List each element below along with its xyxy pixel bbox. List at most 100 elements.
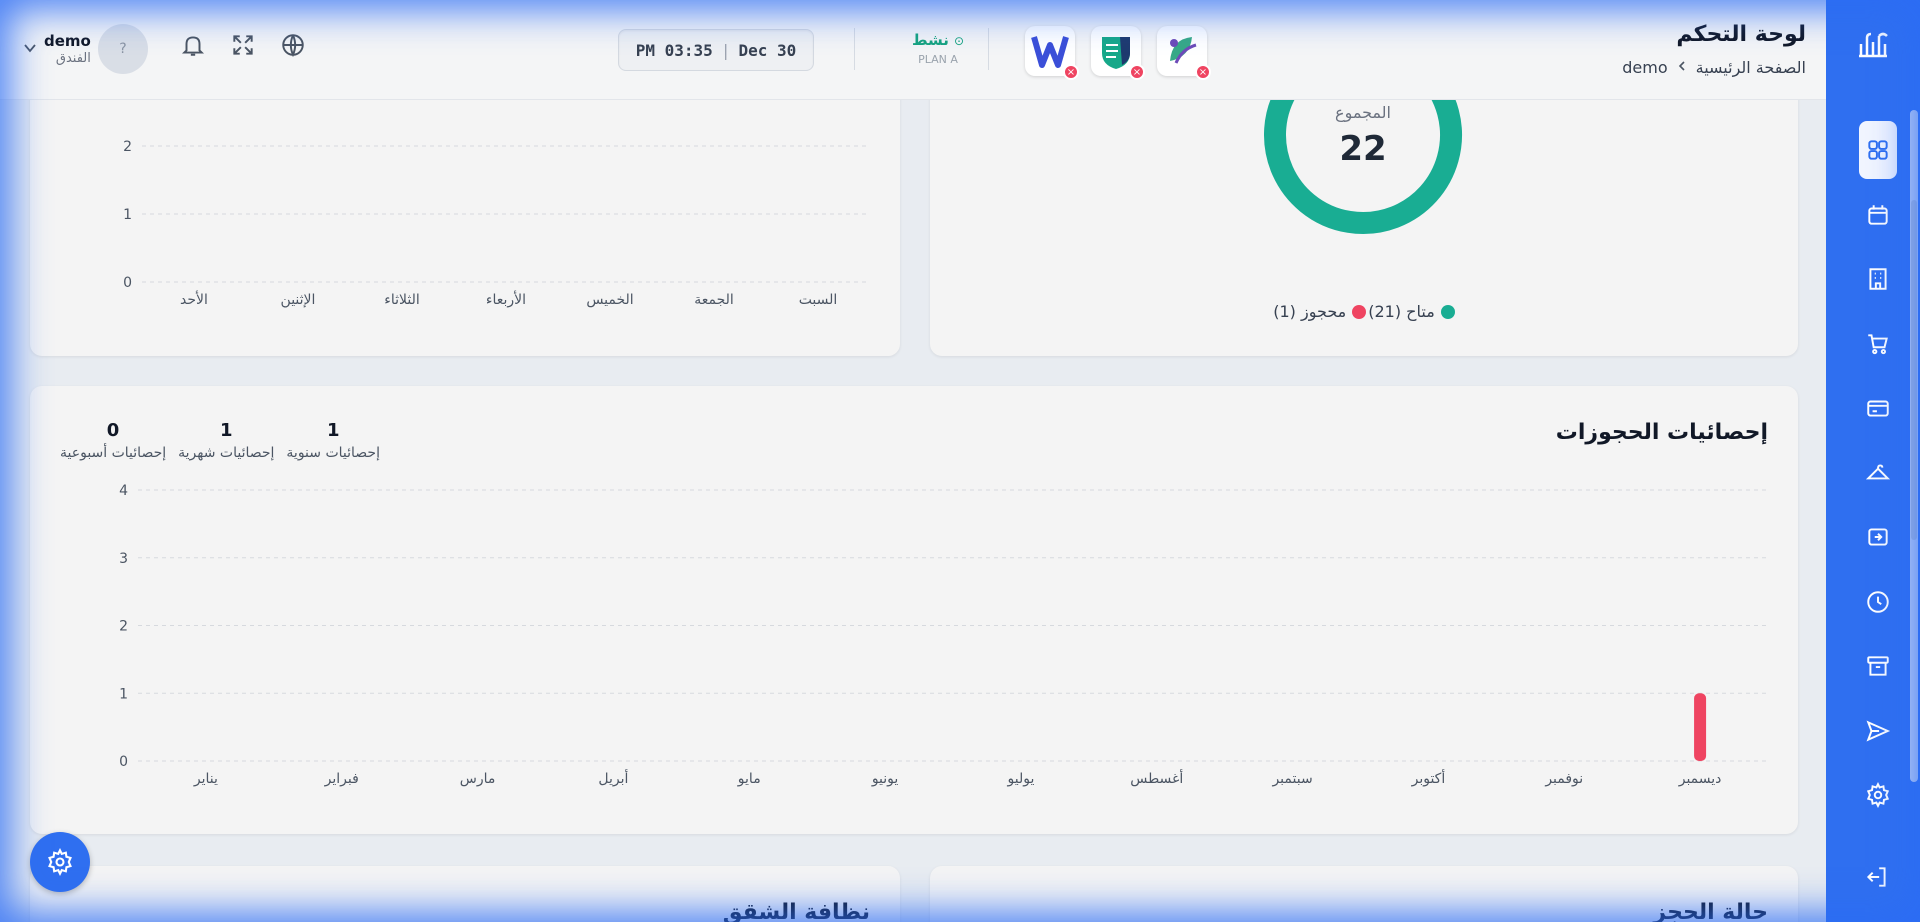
clock-widget: PM 03:35 | Dec 30 xyxy=(618,29,814,71)
subscription-status: نشط ⊙ PLAN A xyxy=(888,30,988,66)
x-tick-label: يوليو xyxy=(1006,771,1034,787)
x-tick-label: الخميس xyxy=(586,292,633,308)
donut-legend: متاح (21) محجوز (1) xyxy=(930,302,1798,321)
user-role: الفندق xyxy=(55,51,91,66)
y-tick-label: 1 xyxy=(123,207,132,223)
x-tick-label: الأحد xyxy=(180,290,208,308)
avatar[interactable]: ? xyxy=(98,24,148,74)
legend-label: محجوز (1) xyxy=(1273,302,1347,321)
globe-icon[interactable] xyxy=(280,32,306,58)
y-tick-label: 0 xyxy=(119,754,128,770)
fullscreen-icon[interactable] xyxy=(230,32,256,58)
hanger-icon xyxy=(1865,464,1891,480)
y-tick-label: 4 xyxy=(119,483,128,499)
remove-badge-icon[interactable]: × xyxy=(1129,64,1145,80)
x-tick-label: أبريل xyxy=(598,769,628,787)
cleaning-card-title: نظافة الشقق xyxy=(722,900,870,922)
x-tick-label: الثلاثاء xyxy=(384,292,419,308)
gear-icon xyxy=(48,848,72,876)
clock-time: PM 03:35 xyxy=(635,40,713,60)
remove-badge-icon[interactable]: × xyxy=(1063,64,1079,80)
x-tick-label: الجمعة xyxy=(694,292,734,308)
sidebar-item-send[interactable] xyxy=(1858,699,1898,764)
credit-card-icon xyxy=(1867,400,1889,417)
remove-badge-icon[interactable]: × xyxy=(1195,64,1211,80)
calendar-icon xyxy=(1868,205,1888,225)
sidebar-item-laundry[interactable] xyxy=(1858,441,1898,506)
x-tick-label: يونيو xyxy=(871,771,899,787)
sidebar-item-payments[interactable] xyxy=(1858,376,1898,441)
booking-status-card-title: حالة الحجز xyxy=(1653,900,1768,922)
legend-item-booked[interactable]: محجوز (1) xyxy=(1273,302,1367,321)
sidebar-item-transfers[interactable] xyxy=(1858,505,1898,570)
x-tick-label: السبت xyxy=(799,292,838,308)
x-tick-label: يناير xyxy=(193,771,218,787)
legend-dot xyxy=(1440,304,1455,319)
bar xyxy=(1694,693,1707,761)
cart-icon xyxy=(1868,334,1888,354)
legend-dot xyxy=(1352,304,1367,319)
sidebar-item-dashboard[interactable] xyxy=(1858,118,1898,183)
shield-app-icon[interactable]: × xyxy=(1091,26,1145,80)
y-tick-label: 1 xyxy=(119,686,128,702)
cleaning-card: نظافة الشقق xyxy=(30,866,900,922)
logout-icon[interactable] xyxy=(1864,864,1890,890)
x-tick-label: سبتمبر xyxy=(1271,771,1312,787)
sidebar-item-history[interactable] xyxy=(1858,570,1898,635)
dashboard-icon xyxy=(1868,140,1888,160)
user-name: demo xyxy=(44,32,91,50)
sidebar-item-cart[interactable] xyxy=(1858,312,1898,377)
page-title: لوحة التحكم xyxy=(1676,22,1806,47)
building-icon xyxy=(1869,268,1887,290)
x-tick-label: نوفمبر xyxy=(1544,771,1583,787)
top-header: لوحة التحكم الصفحة الرئيسية demo × × × ن… xyxy=(0,0,1826,100)
status-label: نشط xyxy=(911,31,949,49)
user-menu[interactable]: demo الفندق xyxy=(22,32,91,66)
breadcrumb: الصفحة الرئيسية demo xyxy=(1622,58,1806,77)
app-shortcuts: × × × xyxy=(1025,26,1211,80)
y-tick-label: 0 xyxy=(123,275,132,291)
brand-logo[interactable] xyxy=(1853,26,1893,66)
sidebar-item-calendar[interactable] xyxy=(1858,183,1898,248)
check-circle-icon: ⊙ xyxy=(954,34,965,48)
sidebar-item-archive[interactable] xyxy=(1858,634,1898,699)
clock-icon xyxy=(1867,591,1889,613)
y-tick-label: 3 xyxy=(119,551,128,567)
leaf-app-icon[interactable]: × xyxy=(1157,26,1211,80)
chevron-left-icon xyxy=(1676,60,1688,76)
sidebar-item-building[interactable] xyxy=(1858,247,1898,312)
monthly-bookings-chart: 0 1 2 3 4 يناير فبراير مارس أبريل مايو يونيو يوليو أ… xyxy=(119,483,1768,787)
transfer-icon xyxy=(1868,528,1888,546)
breadcrumb-current: demo xyxy=(1622,58,1668,77)
clock-date: Dec 30 xyxy=(738,40,797,60)
settings-icon xyxy=(1866,782,1890,809)
sidebar-scrollbar[interactable] xyxy=(1910,110,1918,782)
x-tick-label: الأربعاء xyxy=(486,290,526,308)
send-icon xyxy=(1866,720,1891,742)
x-tick-label: فبراير xyxy=(324,771,359,787)
scrollbar-thumb[interactable] xyxy=(1911,200,1917,540)
main-sidebar xyxy=(1826,0,1920,922)
sidebar-item-settings[interactable] xyxy=(1858,763,1898,828)
legend-label: متاح (21) xyxy=(1368,302,1435,321)
x-tick-label: أغسطس xyxy=(1130,769,1183,787)
booking-status-card: حالة الحجز xyxy=(930,866,1798,922)
donut-center-value: 22 xyxy=(1339,129,1386,169)
w-app-icon[interactable]: × xyxy=(1025,26,1079,80)
x-tick-label: مايو xyxy=(737,771,761,787)
divider xyxy=(988,28,989,70)
booking-stats-card: إحصائيات الحجوزات 1 إحصائيات سنوية 1 إحص… xyxy=(30,386,1798,834)
floating-settings-button[interactable] xyxy=(30,832,90,892)
y-tick-label: 2 xyxy=(123,139,132,155)
y-tick-label: 2 xyxy=(119,619,128,635)
x-tick-label: ديسمبر xyxy=(1678,771,1722,787)
x-tick-label: الإثنين xyxy=(281,292,316,308)
chevron-down-icon[interactable] xyxy=(22,40,38,56)
divider xyxy=(854,28,855,70)
bell-icon[interactable] xyxy=(180,32,206,58)
plan-label: PLAN A xyxy=(918,53,958,66)
donut-center-label: المجموع xyxy=(1335,103,1391,123)
x-tick-label: مارس xyxy=(460,771,496,787)
legend-item-available[interactable]: متاح (21) xyxy=(1368,302,1455,321)
breadcrumb-home[interactable]: الصفحة الرئيسية xyxy=(1696,58,1806,77)
